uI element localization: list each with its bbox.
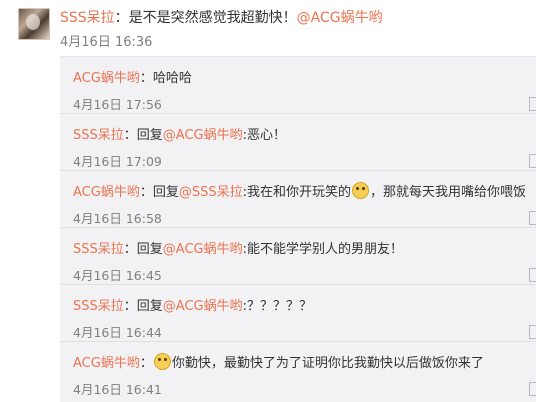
- doge-emoji-icon: [352, 182, 370, 199]
- reply-username[interactable]: SSS呆拉: [73, 128, 124, 143]
- reply-time: 4月16日 16:45: [73, 268, 162, 283]
- divider: [60, 341, 536, 342]
- reply-time: 4月16日 16:41: [73, 382, 162, 397]
- reply-time: 4月16日 16:58: [73, 211, 162, 226]
- top-comment: SSS呆拉：是不是突然感觉我超勤快！@ACG蜗牛哟 4月16日 16:36: [0, 0, 536, 56]
- doge-emoji-icon: [153, 353, 171, 370]
- divider: [60, 227, 536, 228]
- reply-mention[interactable]: @ACG蜗牛哟: [163, 299, 243, 314]
- reply-username[interactable]: SSS呆拉: [73, 242, 124, 257]
- comment-mention[interactable]: @ACG蜗牛哟: [297, 10, 383, 26]
- reply-colon: ：: [123, 242, 137, 257]
- comment-colon: ：: [114, 10, 129, 26]
- reply-colon: ：: [123, 128, 137, 143]
- reply-colon: ：: [139, 71, 153, 86]
- reply-mention[interactable]: @ACG蜗牛哟: [163, 242, 243, 257]
- reply-time: 4月16日 17:56: [73, 97, 162, 112]
- top-comment-line: SSS呆拉：是不是突然感觉我超勤快！@ACG蜗牛哟: [60, 7, 383, 27]
- divider: [60, 113, 536, 114]
- reply-mention[interactable]: @SSS呆拉: [179, 185, 243, 200]
- reply-username[interactable]: ACG蜗牛哟: [73, 71, 140, 86]
- reply-colon: ：: [139, 185, 153, 200]
- reply-prefix: 回复: [152, 185, 179, 200]
- comment-time: 4月16日 16:36: [60, 35, 153, 50]
- divider: [60, 170, 536, 171]
- reply-text: :我在和你开玩笑的: [242, 185, 352, 200]
- reply-prefix: 回复: [136, 299, 163, 314]
- avatar[interactable]: [18, 8, 50, 40]
- reply-text-after: 你勤快，最勤快了为了证明你比我勤快以后做饭你来了: [171, 356, 484, 371]
- reply-text: 哈哈哈: [152, 71, 192, 86]
- reply-time: 4月16日 17:09: [73, 154, 162, 169]
- reply-line: SSS呆拉：回复@ACG蜗牛哟:恶心！: [73, 124, 286, 143]
- reply-prefix: 回复: [136, 128, 163, 143]
- reply-username[interactable]: SSS呆拉: [73, 299, 124, 314]
- reply-text: :能不能学学别人的男朋友！: [242, 242, 404, 257]
- comment-text: 是不是突然感觉我超勤快！: [128, 10, 297, 26]
- reply-text-after: ，那就每天我用嘴给你喂饭: [370, 185, 527, 200]
- reply-line: ACG蜗牛哟：回复@SSS呆拉:我在和你开玩笑的 ，那就每天我用嘴给你喂饭: [73, 181, 526, 200]
- reply-text: :？？？？？: [242, 299, 313, 314]
- reply-username[interactable]: ACG蜗牛哟: [73, 185, 140, 200]
- reply-prefix: 回复: [136, 242, 163, 257]
- reply-line: ACG蜗牛哟： 你勤快，最勤快了为了证明你比我勤快以后做饭你来了: [73, 352, 484, 371]
- comment-username[interactable]: SSS呆拉: [60, 10, 115, 26]
- reply-action-icon[interactable]: [529, 154, 536, 168]
- reply-text: :恶心！: [242, 128, 287, 143]
- reply-action-icon[interactable]: [529, 97, 536, 111]
- reply-list: ACG蜗牛哟：哈哈哈 4月16日 17:56 SSS呆拉：回复@ACG蜗牛哟:恶…: [60, 56, 536, 402]
- reply-colon: ：: [139, 356, 153, 371]
- reply-line: SSS呆拉：回复@ACG蜗牛哟:？？？？？: [73, 295, 312, 314]
- divider: [60, 284, 536, 285]
- reply-action-icon[interactable]: [529, 382, 536, 396]
- reply-time: 4月16日 16:44: [73, 325, 162, 340]
- reply-username[interactable]: ACG蜗牛哟: [73, 356, 140, 371]
- reply-action-icon[interactable]: [529, 268, 536, 282]
- reply-line: SSS呆拉：回复@ACG蜗牛哟:能不能学学别人的男朋友！: [73, 238, 403, 257]
- reply-mention[interactable]: @ACG蜗牛哟: [163, 128, 243, 143]
- reply-action-icon[interactable]: [529, 211, 536, 225]
- reply-line: ACG蜗牛哟：哈哈哈: [73, 67, 192, 86]
- reply-action-icon[interactable]: [529, 325, 536, 339]
- reply-colon: ：: [123, 299, 137, 314]
